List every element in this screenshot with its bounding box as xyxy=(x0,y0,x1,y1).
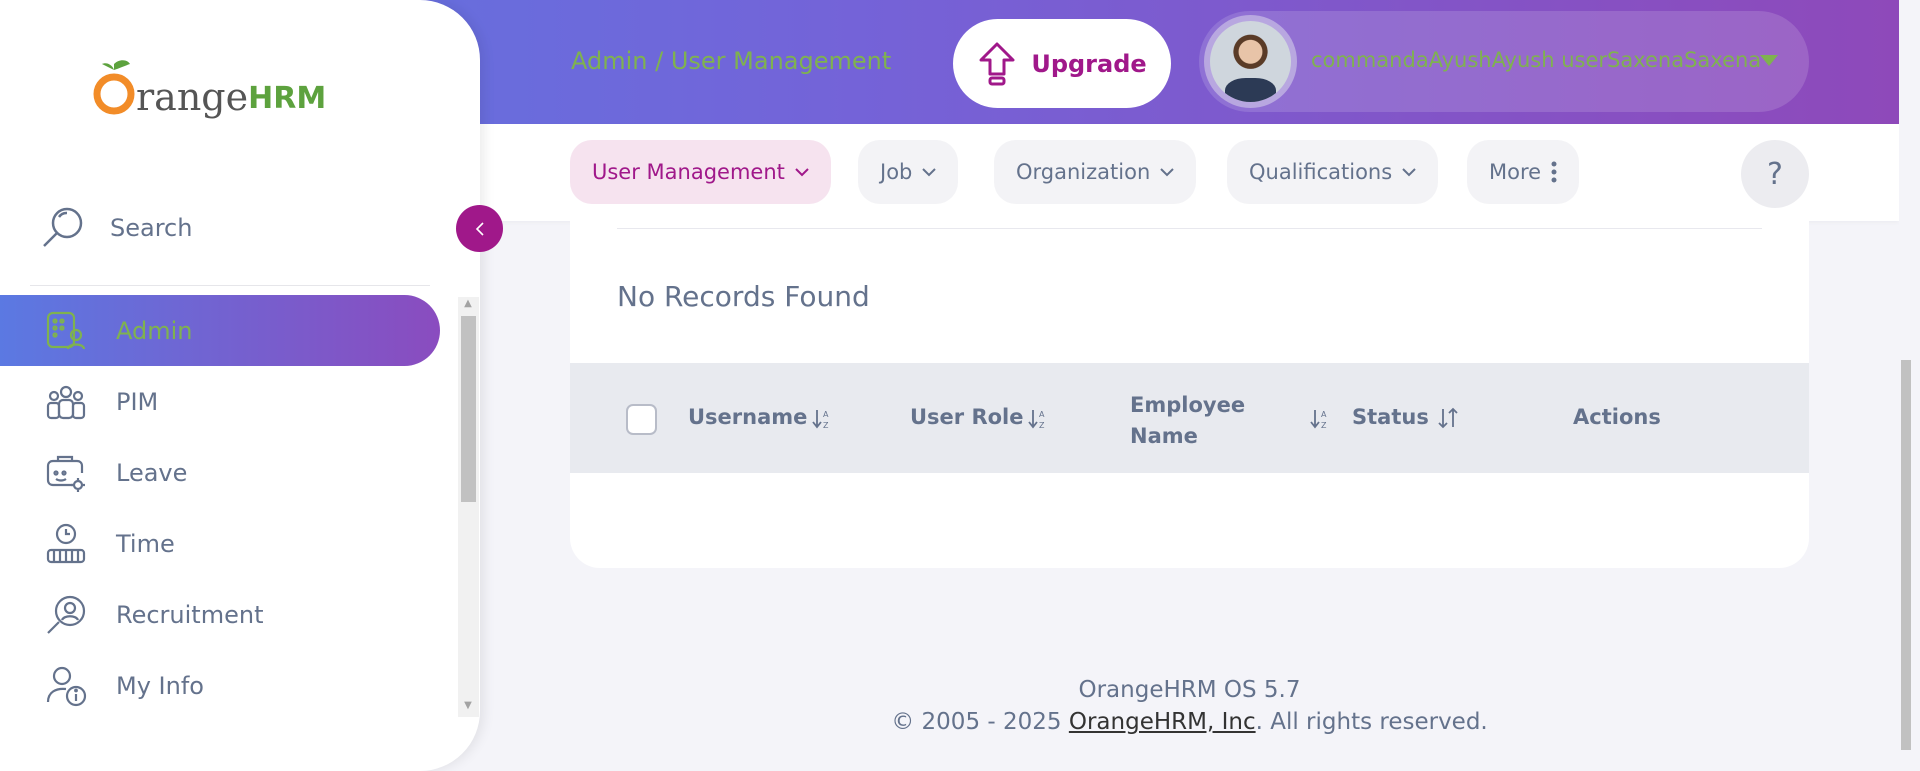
tab-label: User Management xyxy=(592,160,785,184)
chevron-down-icon xyxy=(1160,168,1174,177)
sidebar-item-label: Admin xyxy=(116,316,193,345)
copyright-suffix: . All rights reserved. xyxy=(1255,709,1488,735)
sort-user-role-icon[interactable]: AZ xyxy=(1028,408,1048,430)
search-icon xyxy=(43,207,83,247)
sidebar-item-my-info[interactable]: My Info xyxy=(0,650,440,721)
column-actions: Actions xyxy=(1573,405,1661,429)
sidebar-search[interactable]: Search xyxy=(40,205,192,251)
column-username: Username xyxy=(688,405,808,429)
select-all-checkbox[interactable] xyxy=(626,404,657,435)
empty-message: No Records Found xyxy=(617,280,870,313)
caret-down-icon[interactable] xyxy=(1760,55,1778,66)
sidebar-divider xyxy=(30,285,430,286)
pim-icon xyxy=(46,385,86,419)
orange-logo-icon xyxy=(93,60,135,115)
footer-version: OrangeHRM OS 5.7 xyxy=(1078,677,1301,703)
sidebar-scrollbar-thumb[interactable] xyxy=(461,316,476,502)
chevron-down-icon xyxy=(795,168,809,177)
copyright-prefix: © 2005 - 2025 xyxy=(891,709,1069,735)
sidebar-item-leave[interactable]: Leave xyxy=(0,437,440,508)
orangehrm-logo[interactable]: range HRM xyxy=(92,58,326,116)
help-button[interactable]: ? xyxy=(1741,140,1809,208)
collapse-sidebar-button[interactable] xyxy=(456,205,503,252)
tab-job[interactable]: Job xyxy=(858,140,959,204)
logo-hrm: HRM xyxy=(248,81,327,116)
sort-employee-name-icon[interactable]: AZ xyxy=(1310,408,1330,430)
sidebar-item-label: Leave xyxy=(116,458,188,487)
sidebar-item-admin[interactable]: Admin xyxy=(0,295,440,366)
sidebar-item-recruitment[interactable]: Recruitment xyxy=(0,579,440,650)
upgrade-arrow-icon xyxy=(979,42,1015,85)
tab-label: Job xyxy=(880,160,913,184)
company-link[interactable]: OrangeHRM, Inc xyxy=(1069,709,1256,735)
tab-organization[interactable]: Organization xyxy=(994,140,1197,204)
sort-username-icon[interactable]: AZ xyxy=(812,408,832,430)
breadcrumb: Admin / User Management xyxy=(571,47,892,75)
avatar[interactable] xyxy=(1204,15,1297,108)
svg-text:A: A xyxy=(1321,410,1327,419)
sidebar-item-label: Time xyxy=(116,529,175,558)
tab-label: Qualifications xyxy=(1249,160,1393,184)
tab-user-management[interactable]: User Management xyxy=(570,140,831,204)
svg-text:A: A xyxy=(1039,410,1045,419)
divider xyxy=(617,228,1762,229)
scroll-down-icon[interactable]: ▼ xyxy=(462,701,474,711)
footer-copyright: © 2005 - 2025 OrangeHRM, Inc. All rights… xyxy=(480,709,1899,735)
sidebar-item-label: Recruitment xyxy=(116,600,264,629)
column-status: Status xyxy=(1352,405,1429,429)
search-label: Search xyxy=(110,214,193,242)
recruitment-icon xyxy=(47,595,86,634)
chevron-down-icon xyxy=(1402,168,1416,177)
sidebar-item-label: My Info xyxy=(116,671,204,700)
page-scrollbar-thumb[interactable] xyxy=(1901,360,1911,750)
logo-text: range xyxy=(136,75,249,119)
svg-text:Z: Z xyxy=(1321,421,1327,430)
tab-qualifications[interactable]: Qualifications xyxy=(1227,140,1439,204)
chevron-down-icon xyxy=(922,168,937,177)
scroll-up-icon[interactable]: ▲ xyxy=(462,299,474,309)
sidebar-item-label: PIM xyxy=(116,387,159,416)
time-icon xyxy=(46,523,86,563)
sidebar-item-time[interactable]: Time xyxy=(0,508,440,579)
sidebar-item-pim[interactable]: PIM xyxy=(0,366,440,437)
upgrade-label: Upgrade xyxy=(1031,49,1147,78)
svg-text:A: A xyxy=(823,410,829,419)
svg-text:Z: Z xyxy=(1039,421,1045,430)
avatar-image xyxy=(1210,21,1291,102)
my-info-icon xyxy=(46,666,87,706)
tab-more[interactable]: More xyxy=(1467,140,1580,204)
svg-text:Z: Z xyxy=(823,421,829,430)
user-name[interactable]: commandaAyushAyush userSaxenaSaxena xyxy=(1311,48,1761,72)
tab-label: Organization xyxy=(1016,160,1151,184)
chevron-left-icon xyxy=(475,221,484,236)
sort-status-icon[interactable] xyxy=(1436,406,1460,430)
admin-icon xyxy=(46,311,86,349)
tab-label: More xyxy=(1489,160,1542,184)
more-vertical-icon xyxy=(1551,161,1557,183)
upgrade-button[interactable]: Upgrade xyxy=(953,19,1171,108)
column-employee-name: Employee Name xyxy=(1130,393,1246,448)
leave-icon xyxy=(46,455,85,492)
column-user-role: User Role xyxy=(910,405,1024,429)
